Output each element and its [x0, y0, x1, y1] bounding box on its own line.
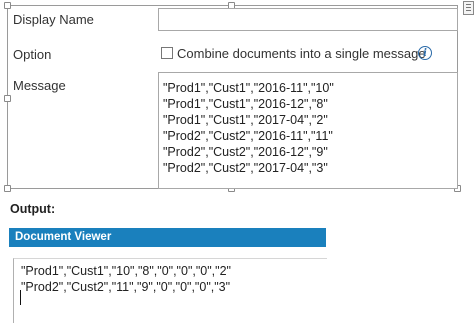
panel-toggle-icon[interactable] — [463, 1, 474, 15]
message-label: Message — [13, 78, 66, 93]
output-line: "Prod2","Cust2","11","9","0","0","0","3" — [21, 280, 231, 294]
message-line: "Prod2","Cust2","2017-04","3" — [163, 161, 328, 175]
text-cursor — [20, 290, 21, 305]
combine-documents-label[interactable]: Combine documents into a single message — [177, 46, 426, 61]
display-name-input[interactable] — [158, 8, 458, 31]
message-line: "Prod2","Cust2","2016-12","9" — [163, 145, 328, 159]
output-line: "Prod1","Cust1","10","8","0","0","0","2" — [21, 264, 231, 278]
output-heading: Output: — [10, 202, 56, 216]
combine-documents-checkbox[interactable] — [161, 47, 173, 59]
message-textarea[interactable]: "Prod1","Cust1","2016-11","10" "Prod1","… — [158, 72, 458, 189]
message-line: "Prod1","Cust1","2017-04","2" — [163, 113, 328, 127]
resize-handle-bottom-left[interactable] — [4, 185, 11, 192]
message-line: "Prod1","Cust1","2016-12","8" — [163, 97, 328, 111]
message-line: "Prod2","Cust2","2016-11","11" — [163, 129, 333, 143]
info-icon[interactable]: i — [418, 46, 432, 60]
display-name-label: Display Name — [13, 12, 94, 27]
document-viewer-content[interactable]: "Prod1","Cust1","10","8","0","0","0","2"… — [13, 258, 327, 323]
document-viewer-title: Document Viewer — [15, 231, 112, 243]
document-viewer-titlebar: Document Viewer — [9, 228, 326, 247]
message-line: "Prod1","Cust1","2016-11","10" — [163, 81, 334, 95]
resize-handle-middle-left[interactable] — [4, 95, 11, 102]
resize-handle-top-left[interactable] — [4, 2, 11, 9]
option-label: Option — [13, 47, 52, 62]
